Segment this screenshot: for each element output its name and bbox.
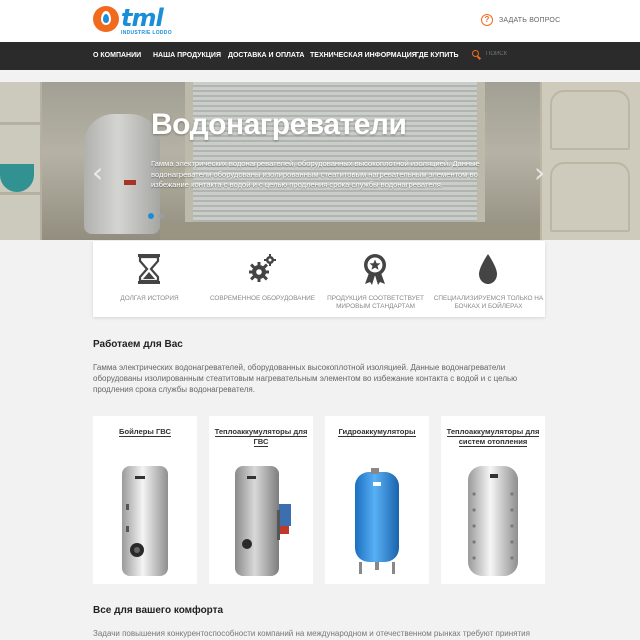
boiler-tank-image [122,466,168,576]
about-text: Гамма электрических водонагревателей, об… [93,363,518,394]
logo-tagline: INDUSTRIE LODDO [121,30,172,36]
gears-icon [249,254,276,282]
comfort-title: Все для вашего комфорта [93,605,224,616]
hero-slider: Водонагреватели Гамма электрических водо… [0,82,640,240]
feature-label: ДОЛГАЯ ИСТОРИЯ [120,295,179,302]
feature-specialization: СПЕЦИАЛИЗИРУЕМСЯ ТОЛЬКО НА БОЧКАХ И БОЙЛ… [432,241,545,317]
product-title[interactable]: Теплоаккумуляторы для систем отопления [446,427,540,447]
nav-item-about[interactable]: О КОМПАНИИ [93,42,141,70]
product-title[interactable]: Теплоаккумуляторы для ГВС [214,427,308,447]
feature-label: ПРОДУКЦИЯ СООТВЕТСТВУЕТ МИРОВЫМ СТАНДАРТ… [327,295,424,310]
ask-question-label: ЗАДАТЬ ВОПРОС [499,16,561,24]
product-card-heat-accumulators-heating[interactable]: Теплоаккумуляторы для систем отопления [441,416,545,584]
feature-history: ДОЛГАЯ ИСТОРИЯ [93,241,206,317]
drop-icon [479,254,497,284]
search-icon[interactable] [472,50,479,57]
slider-dots [148,213,170,219]
logo-drop-icon [93,6,119,32]
product-card-boilers[interactable]: Бойлеры ГВС [93,416,197,584]
slider-dot[interactable] [159,213,165,219]
heat-accumulator-tank-image [235,466,291,576]
feature-standards: ПРОДУКЦИЯ СООТВЕТСТВУЕТ МИРОВЫМ СТАНДАРТ… [319,241,432,317]
feature-label: СОВРЕМЕННОЕ ОБОРУДОВАНИЕ [209,295,316,302]
heating-accumulator-tank-image [468,466,518,576]
hero-title: Водонагреватели [151,108,407,141]
product-title[interactable]: Гидроаккумуляторы [338,427,416,437]
ask-question-link[interactable]: ? ЗАДАТЬ ВОПРОС [481,14,560,26]
features-panel: ДОЛГАЯ ИСТОРИЯ СОВРЕМЕННОЕ ОБОРУДОВАНИЕ [93,241,545,317]
nav-item-tech-info[interactable]: ТЕХНИЧЕСКАЯ ИНФОРМАЦИЯ [310,42,417,70]
search-input[interactable] [486,50,546,57]
nav-item-where-to-buy[interactable]: ГДЕ КУПИТЬ [415,42,459,70]
hero-description: Гамма электрических водонагревателей, об… [151,159,480,189]
nav-search [472,50,546,57]
feature-label: СПЕЦИАЛИЗИРУЕМСЯ ТОЛЬКО НА БОЧКАХ И БОЙЛ… [433,295,544,310]
product-card-hydro-accumulators[interactable]: Гидроаккумуляторы [325,416,429,584]
site-logo[interactable]: tml INDUSTRIE LODDO [93,6,172,36]
question-icon: ? [481,14,493,26]
nav-item-delivery[interactable]: ДОСТАВКА И ОПЛАТА [228,42,305,70]
comfort-text: Задачи повышения конкурентоспособности к… [93,629,530,638]
slider-prev-arrow[interactable]: ‹ [92,158,104,188]
award-icon [364,254,386,285]
hourglass-icon [138,254,160,284]
slider-dot[interactable] [148,213,154,219]
about-title: Работаем для Вас [93,339,183,350]
product-title[interactable]: Бойлеры ГВС [119,427,171,437]
top-header: tml INDUSTRIE LODDO ? ЗАДАТЬ ВОПРОС [0,0,640,42]
hydro-accumulator-tank-image [355,468,399,574]
logo-wordmark: tml [121,4,164,32]
feature-equipment: СОВРЕМЕННОЕ ОБОРУДОВАНИЕ [206,241,319,317]
main-nav: О КОМПАНИИ НАША ПРОДУКЦИЯ ДОСТАВКА И ОПЛ… [0,42,640,70]
product-card-heat-accumulators-dhw[interactable]: Теплоаккумуляторы для ГВС [209,416,313,584]
nav-item-products[interactable]: НАША ПРОДУКЦИЯ [153,42,221,70]
slider-next-arrow[interactable]: › [534,158,546,188]
